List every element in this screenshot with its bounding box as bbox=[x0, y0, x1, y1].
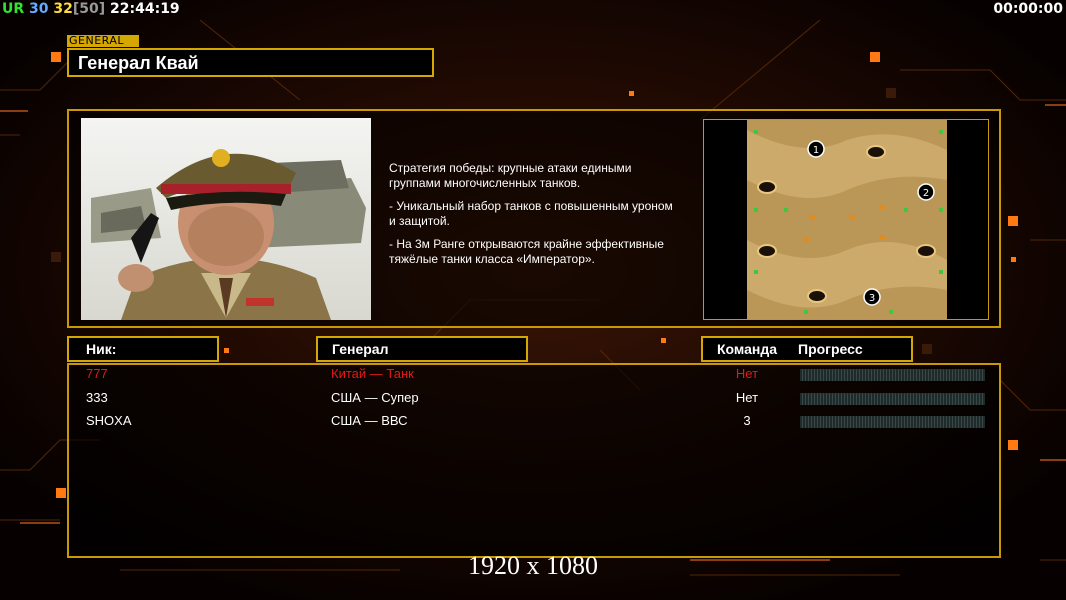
map-start-2: 2 bbox=[923, 188, 929, 199]
header-progress-label: Прогресс bbox=[798, 341, 863, 357]
header-team-label: Команда bbox=[717, 341, 777, 357]
map-preview: 1 2 3 bbox=[703, 119, 989, 320]
player-progress-bar bbox=[800, 369, 985, 381]
map-start-3: 3 bbox=[869, 293, 875, 304]
general-description: Стратегия победы: крупные атаки едиными … bbox=[389, 161, 699, 275]
player-team: 3 bbox=[743, 413, 751, 428]
player-general: Китай — Танк bbox=[331, 366, 414, 381]
header-general[interactable]: Генерал bbox=[316, 336, 528, 362]
description-rank3: - На 3м Ранге открываются крайне эффекти… bbox=[389, 237, 664, 266]
player-row[interactable]: 777 Китай — Танк Нет bbox=[0, 366, 1066, 388]
header-nick[interactable]: Ник: bbox=[67, 336, 219, 362]
map-start-1: 1 bbox=[813, 145, 819, 156]
player-nick: 333 bbox=[86, 390, 108, 405]
player-nick: 777 bbox=[86, 366, 108, 381]
player-nick: SHOXA bbox=[86, 413, 132, 428]
fps-value: 30 bbox=[29, 1, 49, 17]
description-tanks: - Уникальный набор танков с повышенным у… bbox=[389, 199, 673, 228]
general-tag: GENERAL bbox=[67, 35, 139, 47]
header-general-label: Генерал bbox=[332, 341, 389, 357]
header-team-progress[interactable]: Команда Прогресс bbox=[701, 336, 913, 362]
fps-limit: [50] bbox=[72, 1, 106, 17]
header-nick-label: Ник: bbox=[86, 341, 117, 357]
player-general: США — ВВС bbox=[331, 413, 408, 428]
player-progress-bar bbox=[800, 416, 985, 428]
fps-value-2: 32 bbox=[53, 1, 73, 17]
clock: 22:44:19 bbox=[110, 1, 180, 17]
game-timer: 00:00:00 bbox=[993, 1, 1063, 17]
fps-overlay: UR 30 32[50] 22:44:19 bbox=[2, 1, 180, 17]
ur-label: UR bbox=[2, 1, 25, 17]
player-row[interactable]: 333 США — Супер Нет bbox=[0, 390, 1066, 412]
player-general: США — Супер bbox=[331, 390, 419, 405]
resolution-label: 1920 x 1080 bbox=[468, 551, 598, 580]
description-strategy: Стратегия победы: крупные атаки едиными … bbox=[389, 161, 632, 190]
general-portrait bbox=[81, 118, 371, 320]
player-progress-bar bbox=[800, 393, 985, 405]
player-row[interactable]: SHOXA США — ВВС 3 bbox=[0, 413, 1066, 435]
general-name: Генерал Квай bbox=[67, 48, 434, 77]
player-team: Нет bbox=[735, 366, 759, 381]
player-team: Нет bbox=[735, 390, 759, 405]
